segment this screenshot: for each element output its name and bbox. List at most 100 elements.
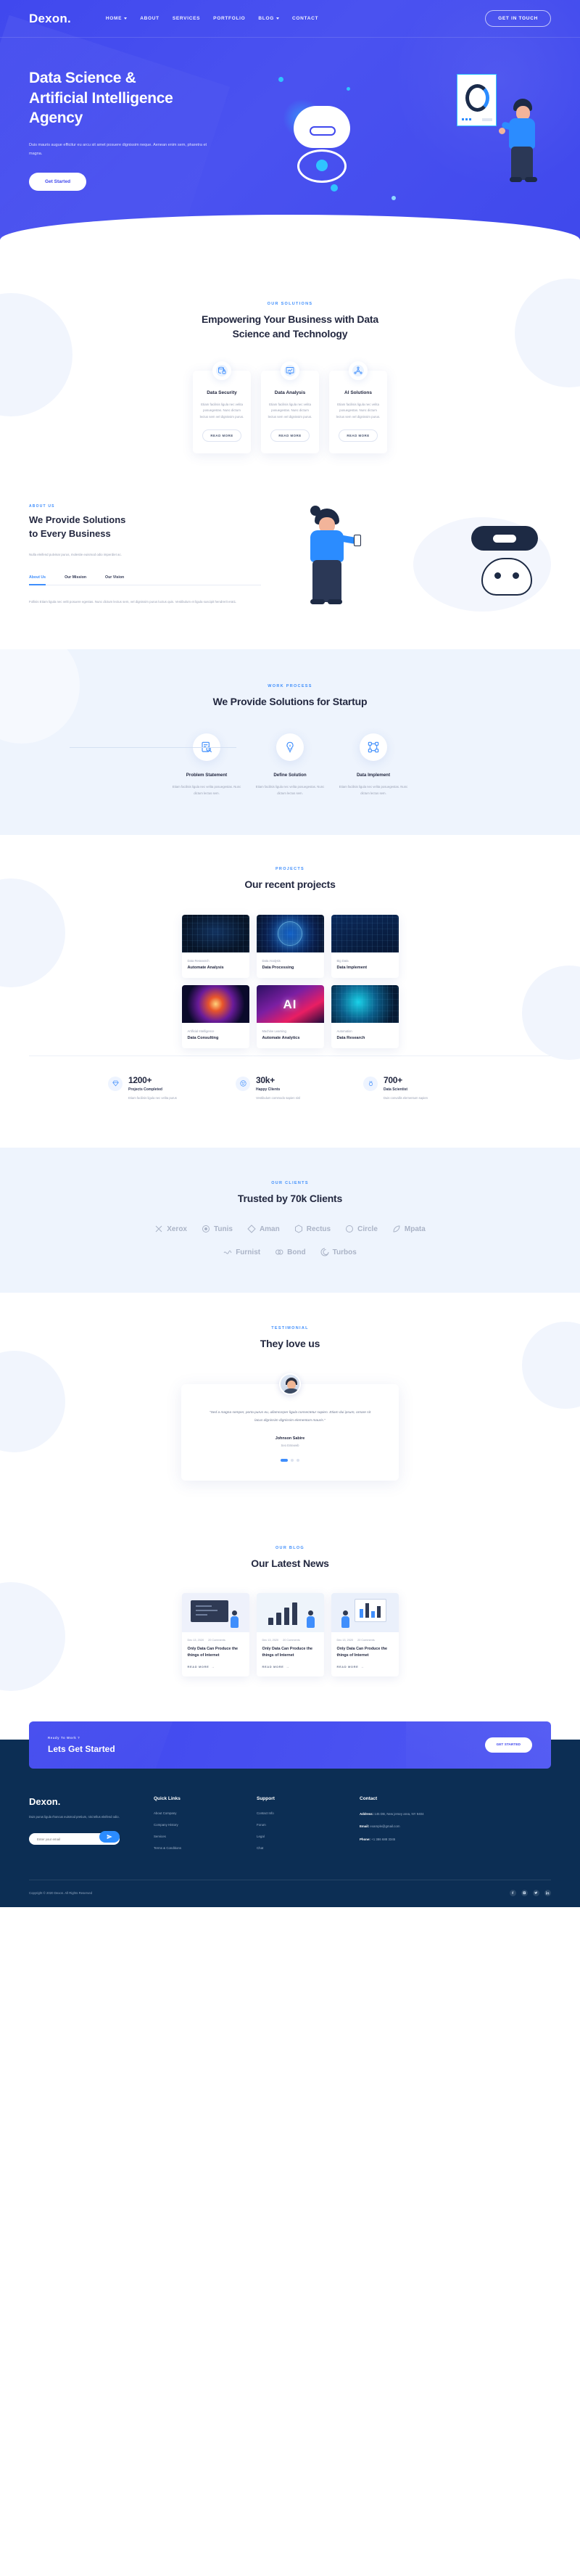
client-logo-bond[interactable]: Bond xyxy=(275,1248,306,1256)
footer-phone-value[interactable]: +1 386 688 3345 xyxy=(371,1838,395,1841)
nav-item-home[interactable]: HOME xyxy=(106,16,128,21)
footer-link-services[interactable]: Services xyxy=(154,1835,241,1838)
project-card[interactable]: AI Machine Learning Automate Analytics xyxy=(256,984,324,1048)
process-step: Data Implement Etiam facilisis ligula ne… xyxy=(332,733,415,797)
service-card[interactable]: Data Security Etiam facilisis ligula nec… xyxy=(193,361,251,454)
hero-section: Dexon. HOME ABOUT SERVICES PORTFOLIO BLO… xyxy=(0,0,580,264)
person-figure xyxy=(306,1610,315,1628)
client-logo-turbos[interactable]: Turbos xyxy=(320,1248,357,1256)
brand-logo[interactable]: Dexon. xyxy=(29,12,71,26)
footer-link-forum[interactable]: Forum xyxy=(257,1823,344,1827)
tab-about-us[interactable]: About Us xyxy=(29,575,46,585)
project-title: Data Implement xyxy=(336,965,368,970)
service-card[interactable]: Data Analysis Etiam facilisis ligula nec… xyxy=(261,361,319,454)
nav-item-blog[interactable]: BLOG xyxy=(258,16,279,21)
client-name: Bond xyxy=(287,1248,306,1256)
carousel-dots[interactable] xyxy=(206,1459,374,1462)
process-eyebrow: WORK PROCESS xyxy=(268,684,312,689)
news-post[interactable]: Dec 13, 2020 20 Comments Only Data Can P… xyxy=(256,1592,324,1677)
twitter-icon[interactable] xyxy=(533,1890,539,1897)
client-logo-furnist[interactable]: Furnist xyxy=(223,1248,260,1256)
woman-shoe xyxy=(310,599,325,605)
testimonial-author-name: Johnson Sabire xyxy=(275,1436,305,1441)
post-title: Only Data Can Produce the things of Inte… xyxy=(262,1646,318,1659)
linkedin-icon[interactable] xyxy=(544,1890,551,1897)
post-read-more[interactable]: READ MORE → xyxy=(337,1665,393,1668)
project-card[interactable]: Big Data Data Implement xyxy=(331,914,399,978)
project-card[interactable]: Artificial Intelligence Data Consulting xyxy=(181,984,249,1048)
project-category: Data Analysis xyxy=(262,958,281,963)
stat-number: 1200+ xyxy=(128,1074,152,1085)
nav-item-services[interactable]: SERVICES xyxy=(173,16,200,21)
footer-top: Dexon. Duis purus ligula rhoncus euismod… xyxy=(29,1796,551,1858)
database-lock-icon xyxy=(212,361,231,380)
get-in-touch-button[interactable]: GET IN TOUCH xyxy=(485,10,551,27)
woman-legs xyxy=(312,560,341,603)
projects-eyebrow: PROJECTS xyxy=(275,866,305,871)
stat-label: Projects Completed xyxy=(128,1087,162,1092)
facebook-icon[interactable] xyxy=(510,1890,516,1897)
project-thumbnail: AI xyxy=(256,984,324,1023)
analytics-board-icon xyxy=(354,1598,386,1622)
service-card[interactable]: AI Solutions Etiam facilisis ligula nec … xyxy=(329,361,387,454)
client-logo-aman[interactable]: Aman xyxy=(247,1225,280,1233)
hero-get-started-button[interactable]: Get Started xyxy=(29,173,87,192)
client-logo-rectus[interactable]: Rectus xyxy=(294,1225,331,1233)
project-category: Big Data xyxy=(336,958,349,963)
about-title-line1: We Provide Solutions xyxy=(29,514,126,526)
client-logo-xerox[interactable]: Xerox xyxy=(154,1225,187,1233)
newsletter-submit-button[interactable] xyxy=(99,1830,120,1843)
carousel-dot[interactable] xyxy=(291,1459,294,1462)
testimonial-author-role: Seo Enteweb xyxy=(281,1444,299,1448)
about-tabs: About Us Our Mission Our Vision xyxy=(29,575,261,585)
post-meta: Dec 13, 2020 20 Comments xyxy=(337,1639,393,1642)
footer-logo[interactable]: Dexon. xyxy=(29,1796,138,1807)
tab-our-vision[interactable]: Our Vision xyxy=(105,575,124,585)
clients-title: Trusted by 70k Clients xyxy=(237,1192,343,1204)
instagram-icon[interactable] xyxy=(521,1890,528,1897)
footer-bottom: Copyright © 2020 Dexon. All Rights Reser… xyxy=(29,1880,551,1907)
project-thumbnail xyxy=(331,914,399,952)
about-illustration xyxy=(273,504,551,620)
footer-email-label: Email: xyxy=(360,1824,370,1829)
project-card[interactable]: Data Analysis Data Processing xyxy=(256,914,324,978)
client-logo-tunis[interactable]: Tunis xyxy=(202,1225,233,1233)
carousel-dot[interactable] xyxy=(297,1459,299,1462)
project-card[interactable]: Data Reseasrch Automate Analysis xyxy=(181,914,249,978)
footer-link-terms[interactable]: Terms & Conditions xyxy=(154,1846,241,1850)
carousel-dot-active[interactable] xyxy=(281,1459,288,1462)
step-connector xyxy=(153,747,236,749)
bulb-gear-icon xyxy=(276,733,304,762)
client-logo-circle[interactable]: Circle xyxy=(345,1225,378,1233)
post-read-more[interactable]: READ MORE → xyxy=(262,1665,318,1668)
project-card[interactable]: Automation Data Research xyxy=(331,984,399,1048)
hero-copy: Data Science & Artificial Intelligence A… xyxy=(29,68,268,213)
cta-title: Lets Get Started xyxy=(48,1744,115,1755)
decorative-blob xyxy=(0,1351,65,1453)
cta-get-started-button[interactable]: GET STARTED xyxy=(484,1737,532,1753)
nav-item-portfolio[interactable]: PORTFOLIO xyxy=(213,16,245,21)
floating-dot xyxy=(392,196,396,200)
read-more-button[interactable]: READ MORE xyxy=(202,429,241,443)
client-name: Furnist xyxy=(236,1248,261,1256)
post-comments: 20 Comments xyxy=(208,1638,225,1642)
tab-our-mission[interactable]: Our Mission xyxy=(65,575,86,585)
news-post[interactable]: Dec 13, 2020 20 Comments Only Data Can P… xyxy=(181,1592,249,1677)
service-cards: Data Security Etiam facilisis ligula nec… xyxy=(0,361,580,454)
read-more-button[interactable]: READ MORE xyxy=(339,429,378,443)
post-read-more[interactable]: READ MORE → xyxy=(188,1665,244,1668)
nav-item-about[interactable]: ABOUT xyxy=(140,16,160,21)
footer-link-company-history[interactable]: Company History xyxy=(154,1823,241,1827)
step-text: Etiam facilisis ligula nec velita posueg… xyxy=(172,785,241,795)
nav-item-contact[interactable]: CONTACT xyxy=(292,16,318,21)
project-thumbnail xyxy=(331,984,399,1023)
news-post[interactable]: Dec 13, 2020 20 Comments Only Data Can P… xyxy=(331,1592,399,1677)
footer-link-legal[interactable]: Legal xyxy=(257,1835,344,1838)
decorative-blob xyxy=(0,649,80,744)
footer-link-contact-info[interactable]: Contact Info xyxy=(257,1811,344,1815)
footer-link-chat[interactable]: Chat xyxy=(257,1846,344,1850)
footer-link-about-company[interactable]: About Company xyxy=(154,1811,241,1815)
footer-email-value[interactable]: example@gmail.com xyxy=(370,1824,399,1828)
client-logo-mpata[interactable]: Mpata xyxy=(392,1225,426,1233)
read-more-button[interactable]: READ MORE xyxy=(270,429,310,443)
